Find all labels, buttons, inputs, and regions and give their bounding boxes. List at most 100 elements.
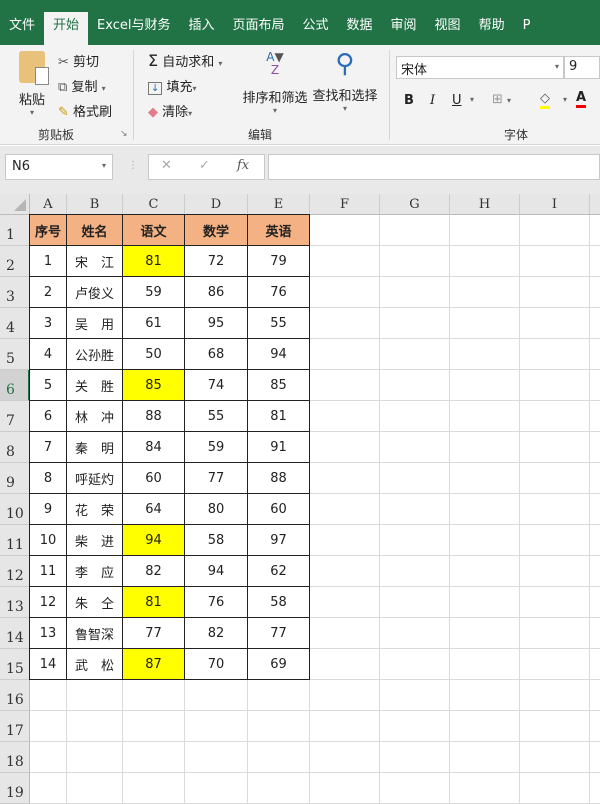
row-header-3[interactable]: 3 — [0, 277, 30, 308]
select-all-button[interactable] — [0, 194, 30, 215]
table-cell[interactable]: 85 — [247, 369, 310, 401]
empty-cell[interactable] — [380, 556, 450, 587]
table-cell[interactable]: 86 — [184, 276, 248, 308]
empty-cell[interactable] — [310, 401, 380, 432]
empty-cell[interactable] — [310, 277, 380, 308]
row-header-18[interactable]: 18 — [0, 742, 30, 773]
empty-cell[interactable] — [185, 680, 248, 711]
empty-cell[interactable] — [310, 246, 380, 277]
empty-cell[interactable] — [310, 649, 380, 680]
table-cell[interactable]: 59 — [122, 276, 185, 308]
empty-cell[interactable] — [450, 463, 520, 494]
table-cell[interactable]: 82 — [184, 617, 248, 649]
table-cell[interactable]: 77 — [122, 617, 185, 649]
empty-cell[interactable] — [520, 370, 590, 401]
empty-cell[interactable] — [67, 742, 123, 773]
table-cell[interactable]: 3 — [29, 307, 67, 339]
row-header-1[interactable]: 1 — [0, 215, 30, 246]
empty-cell[interactable] — [380, 277, 450, 308]
row-header-17[interactable]: 17 — [0, 711, 30, 742]
table-cell[interactable]: 70 — [184, 648, 248, 680]
empty-cell[interactable] — [590, 277, 600, 308]
empty-cell[interactable] — [590, 525, 600, 556]
empty-cell[interactable] — [30, 773, 67, 804]
column-header-A[interactable]: A — [30, 194, 67, 215]
name-cell[interactable]: 呼延灼 — [66, 462, 123, 494]
empty-cell[interactable] — [520, 401, 590, 432]
table-cell[interactable]: 77 — [247, 617, 310, 649]
row-header-6[interactable]: 6 — [0, 370, 30, 401]
empty-cell[interactable] — [310, 711, 380, 742]
font-name-select[interactable]: 宋体 ▾ — [396, 56, 564, 79]
table-header-cell[interactable]: 数学 — [184, 214, 248, 246]
font-size-select[interactable]: 9 — [564, 56, 600, 79]
row-header-13[interactable]: 13 — [0, 587, 30, 618]
empty-cell[interactable] — [185, 742, 248, 773]
empty-cell[interactable] — [450, 618, 520, 649]
empty-cell[interactable] — [380, 339, 450, 370]
underline-button[interactable]: U — [452, 93, 462, 108]
empty-cell[interactable] — [30, 742, 67, 773]
autosum-button[interactable]: Σ 自动求和 ▾ — [148, 51, 222, 70]
empty-cell[interactable] — [450, 370, 520, 401]
table-cell[interactable]: 81 — [122, 245, 185, 277]
column-header-B[interactable]: B — [67, 194, 123, 215]
empty-cell[interactable] — [590, 401, 600, 432]
tab-6[interactable]: 数据 — [338, 12, 382, 45]
empty-cell[interactable] — [310, 587, 380, 618]
empty-cell[interactable] — [380, 308, 450, 339]
empty-cell[interactable] — [248, 742, 310, 773]
name-cell[interactable]: 朱 仝 — [66, 586, 123, 618]
empty-cell[interactable] — [450, 525, 520, 556]
empty-cell[interactable] — [380, 246, 450, 277]
table-cell[interactable]: 6 — [29, 400, 67, 432]
row-header-7[interactable]: 7 — [0, 401, 30, 432]
empty-cell[interactable] — [590, 246, 600, 277]
table-cell[interactable]: 9 — [29, 493, 67, 525]
name-cell[interactable]: 关 胜 — [66, 369, 123, 401]
empty-cell[interactable] — [520, 525, 590, 556]
empty-cell[interactable] — [380, 432, 450, 463]
empty-cell[interactable] — [380, 494, 450, 525]
empty-cell[interactable] — [248, 773, 310, 804]
table-cell[interactable]: 94 — [122, 524, 185, 556]
tab-2[interactable]: Excel与财务 — [88, 12, 179, 45]
empty-cell[interactable] — [520, 742, 590, 773]
cancel-icon[interactable]: ✕ — [161, 158, 172, 173]
name-cell[interactable]: 卢俊义 — [66, 276, 123, 308]
name-cell[interactable]: 林 冲 — [66, 400, 123, 432]
empty-cell[interactable] — [310, 773, 380, 804]
name-cell[interactable]: 武 松 — [66, 648, 123, 680]
column-header-H[interactable]: H — [450, 194, 520, 215]
fill-button[interactable]: ↓ 填充▾ — [148, 76, 197, 95]
row-header-19[interactable]: 19 — [0, 773, 30, 804]
table-cell[interactable]: 88 — [122, 400, 185, 432]
insert-function-icon[interactable]: fx — [237, 158, 249, 173]
column-header-F[interactable]: F — [310, 194, 380, 215]
empty-cell[interactable] — [123, 742, 185, 773]
empty-cell[interactable] — [380, 742, 450, 773]
row-header-2[interactable]: 2 — [0, 246, 30, 277]
table-cell[interactable]: 76 — [184, 586, 248, 618]
empty-cell[interactable] — [450, 742, 520, 773]
paste-button[interactable]: 粘贴 ▾ — [14, 51, 50, 126]
tab-10[interactable]: P — [514, 12, 540, 45]
row-header-16[interactable]: 16 — [0, 680, 30, 711]
empty-cell[interactable] — [380, 215, 450, 246]
tab-4[interactable]: 页面布局 — [223, 12, 293, 45]
empty-cell[interactable] — [520, 432, 590, 463]
table-cell[interactable]: 91 — [247, 431, 310, 463]
enter-icon[interactable]: ✓ — [199, 158, 210, 173]
table-cell[interactable]: 58 — [247, 586, 310, 618]
tab-9[interactable]: 帮助 — [470, 12, 514, 45]
empty-cell[interactable] — [590, 339, 600, 370]
empty-cell[interactable] — [520, 773, 590, 804]
empty-cell[interactable] — [30, 711, 67, 742]
copy-button[interactable]: ⧉ 复制 ▾ — [58, 76, 106, 95]
name-cell[interactable]: 花 荣 — [66, 493, 123, 525]
empty-cell[interactable] — [520, 215, 590, 246]
fill-color-icon[interactable]: ◇ — [540, 91, 550, 109]
name-cell[interactable]: 吴 用 — [66, 307, 123, 339]
column-header-D[interactable]: D — [185, 194, 248, 215]
empty-cell[interactable] — [248, 711, 310, 742]
